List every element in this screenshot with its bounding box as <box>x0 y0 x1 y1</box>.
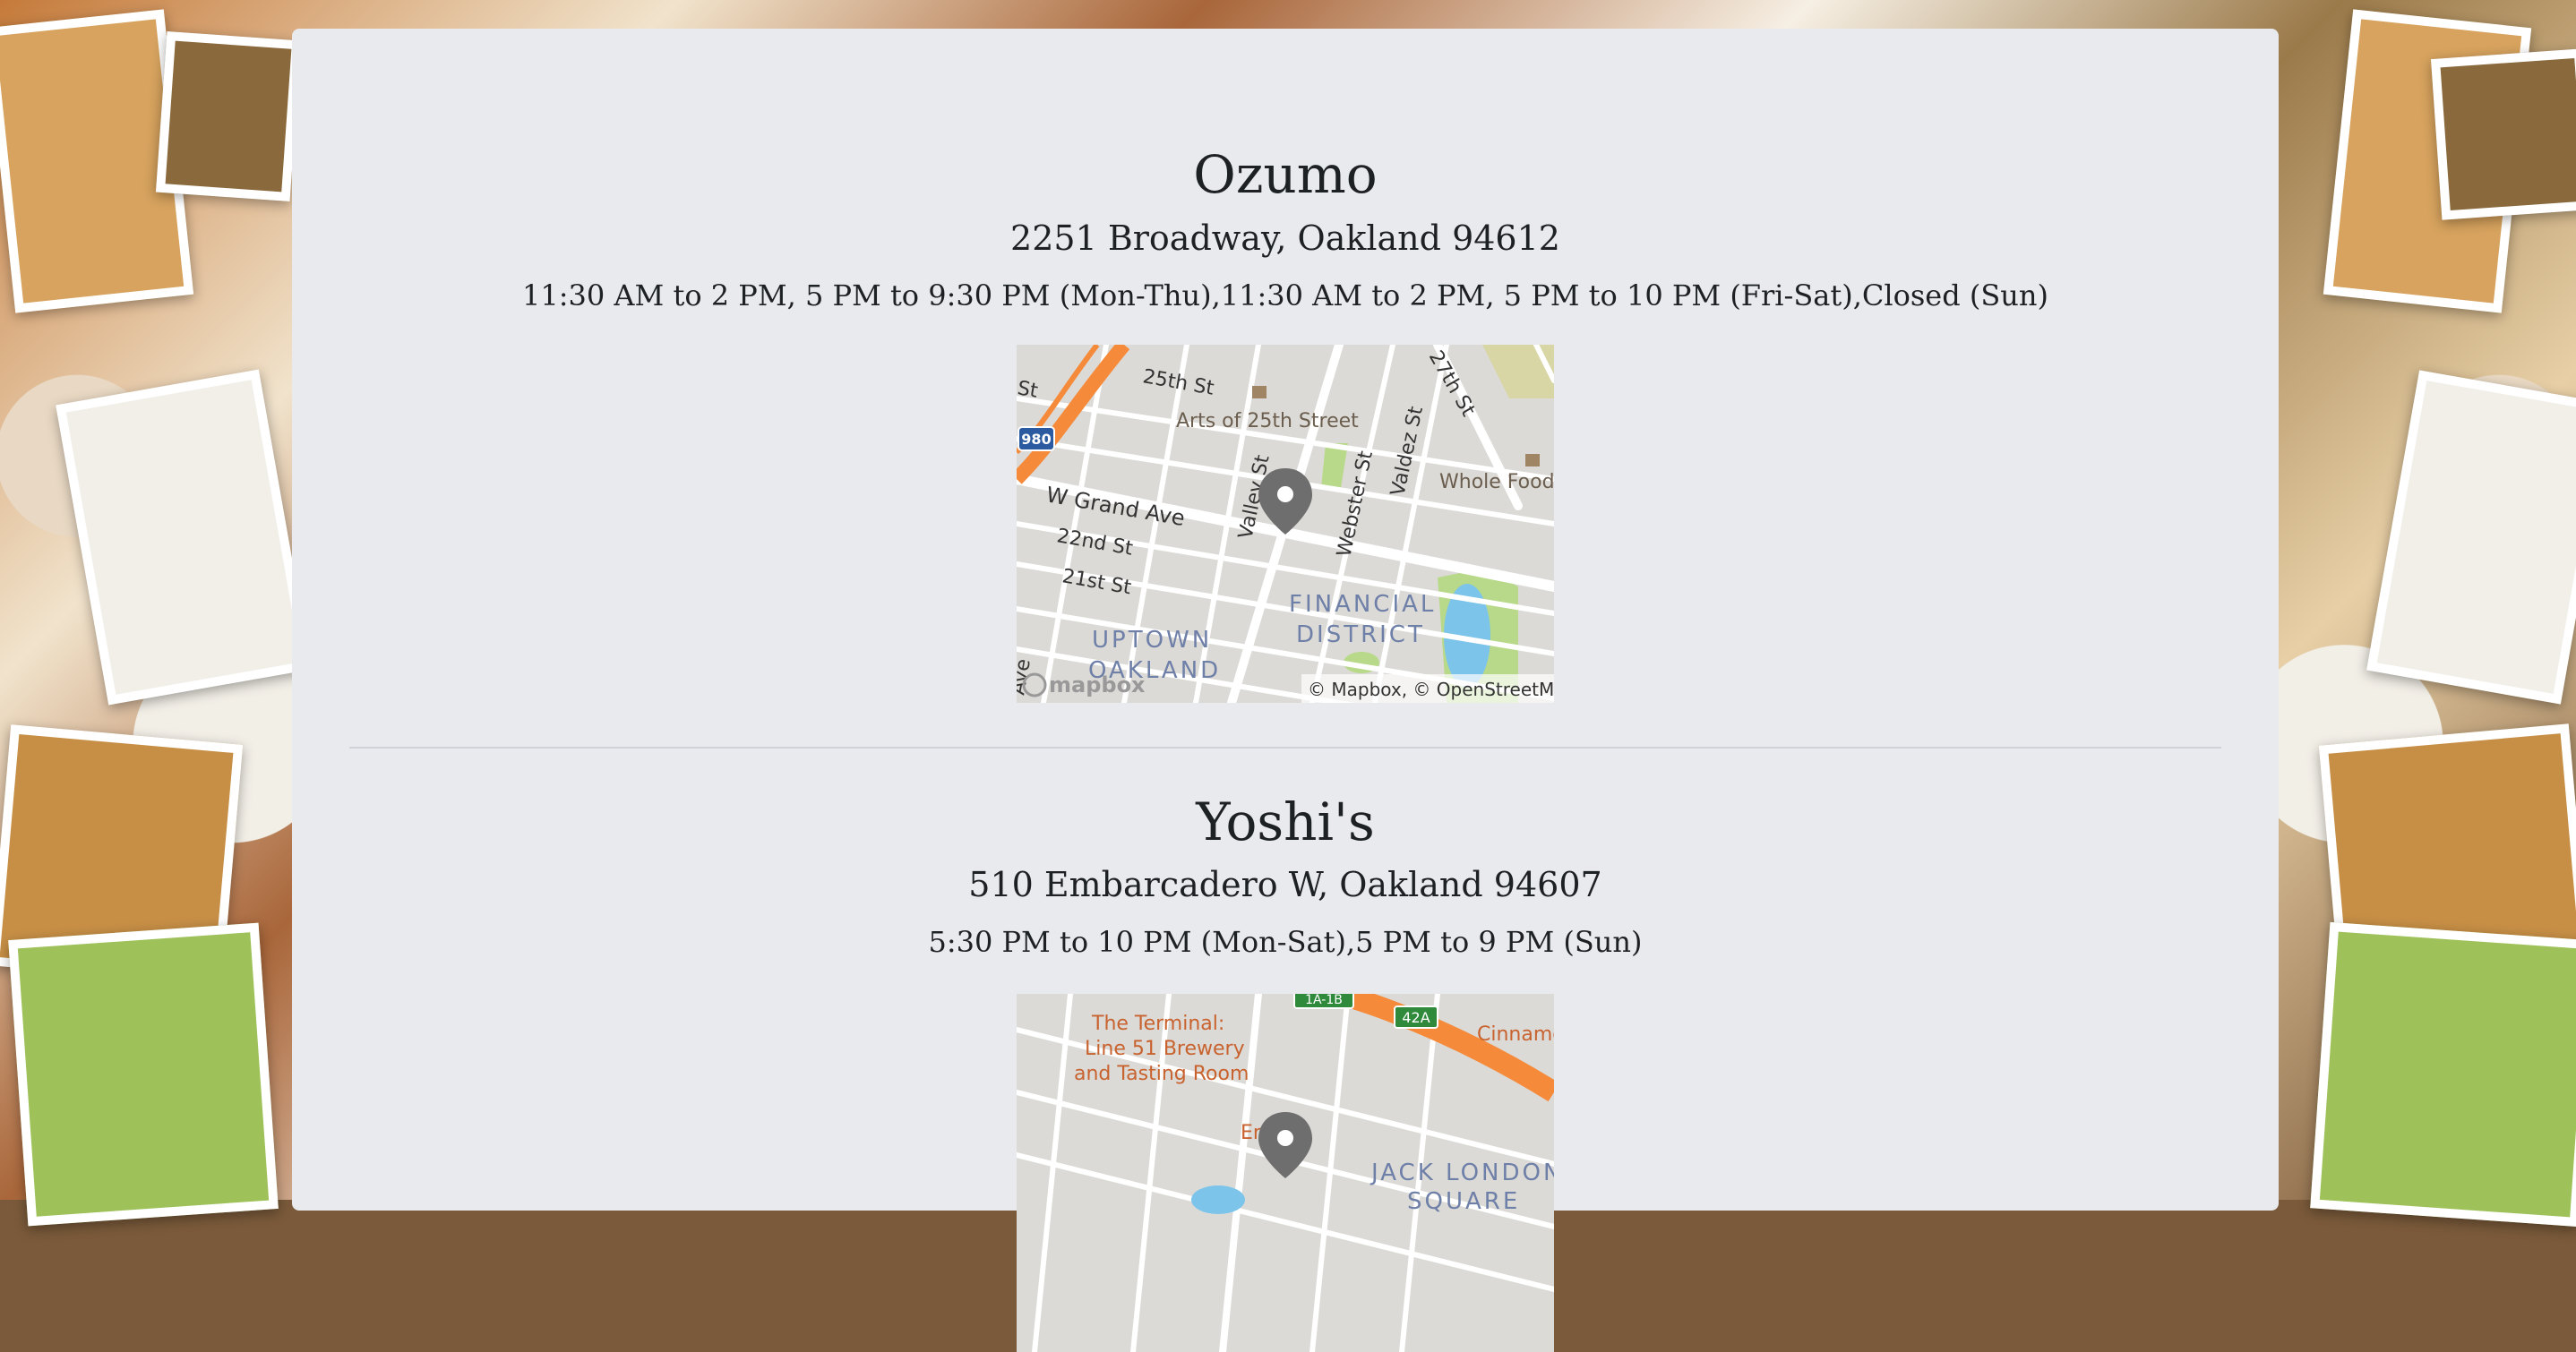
map-poi-label: and Tasting Room <box>1074 1063 1249 1085</box>
food-photo <box>8 922 279 1227</box>
restaurant-name: Yoshi's <box>1196 792 1375 852</box>
restaurant-address: 510 Embarcadero W, Oakland 94607 <box>968 865 1602 904</box>
map-poi-label: Line 51 Brewery <box>1085 1038 1245 1060</box>
food-photo <box>2366 370 2576 705</box>
map-district-label: FINANCIAL <box>1289 591 1436 618</box>
food-photo <box>56 369 312 706</box>
map-district-label: UPTOWN <box>1092 627 1212 654</box>
map-attribution[interactable]: © Mapbox, © OpenStreetMap <box>1308 679 1554 700</box>
map-shield: 1A-1B <box>1305 994 1343 1007</box>
food-photo <box>2310 921 2576 1228</box>
map-shield-980: 980 <box>1021 431 1051 448</box>
restaurant-list-card: Ozumo 2251 Broadway, Oakland 94612 11:30… <box>292 29 2279 1352</box>
restaurant-address: 2251 Broadway, Oakland 94612 <box>1010 218 1560 258</box>
svg-text:mapbox: mapbox <box>1049 672 1146 697</box>
map-poi-label: Cinnamo <box>1477 1023 1554 1046</box>
map-district-label: DISTRICT <box>1296 621 1425 648</box>
food-photo <box>2430 48 2576 220</box>
restaurant-hours: 11:30 AM to 2 PM, 5 PM to 9:30 PM (Mon-T… <box>522 278 2048 312</box>
divider <box>349 747 2221 749</box>
map-district-label: JACK LONDON <box>1370 1159 1554 1186</box>
map-poi-label: The Terminal: <box>1091 1013 1224 1035</box>
restaurant-map[interactable]: 980 St 25th St 27th St Arts of 25th Stre… <box>1017 345 1554 703</box>
map-poi-label: Whole Foods <box>1439 471 1554 493</box>
food-photo <box>155 30 302 202</box>
map-district-label: SQUARE <box>1407 1188 1520 1215</box>
restaurant-hours: 5:30 PM to 10 PM (Mon-Sat),5 PM to 9 PM … <box>928 925 1643 959</box>
restaurant-name: Ozumo <box>1193 144 1378 205</box>
restaurant-map[interactable]: 1A-1B 42A The Terminal: Line 51 Brewery … <box>1017 994 1554 1352</box>
map-shield: 42A <box>1402 1009 1430 1026</box>
map-poi-label: Arts of 25th Street <box>1176 410 1359 432</box>
